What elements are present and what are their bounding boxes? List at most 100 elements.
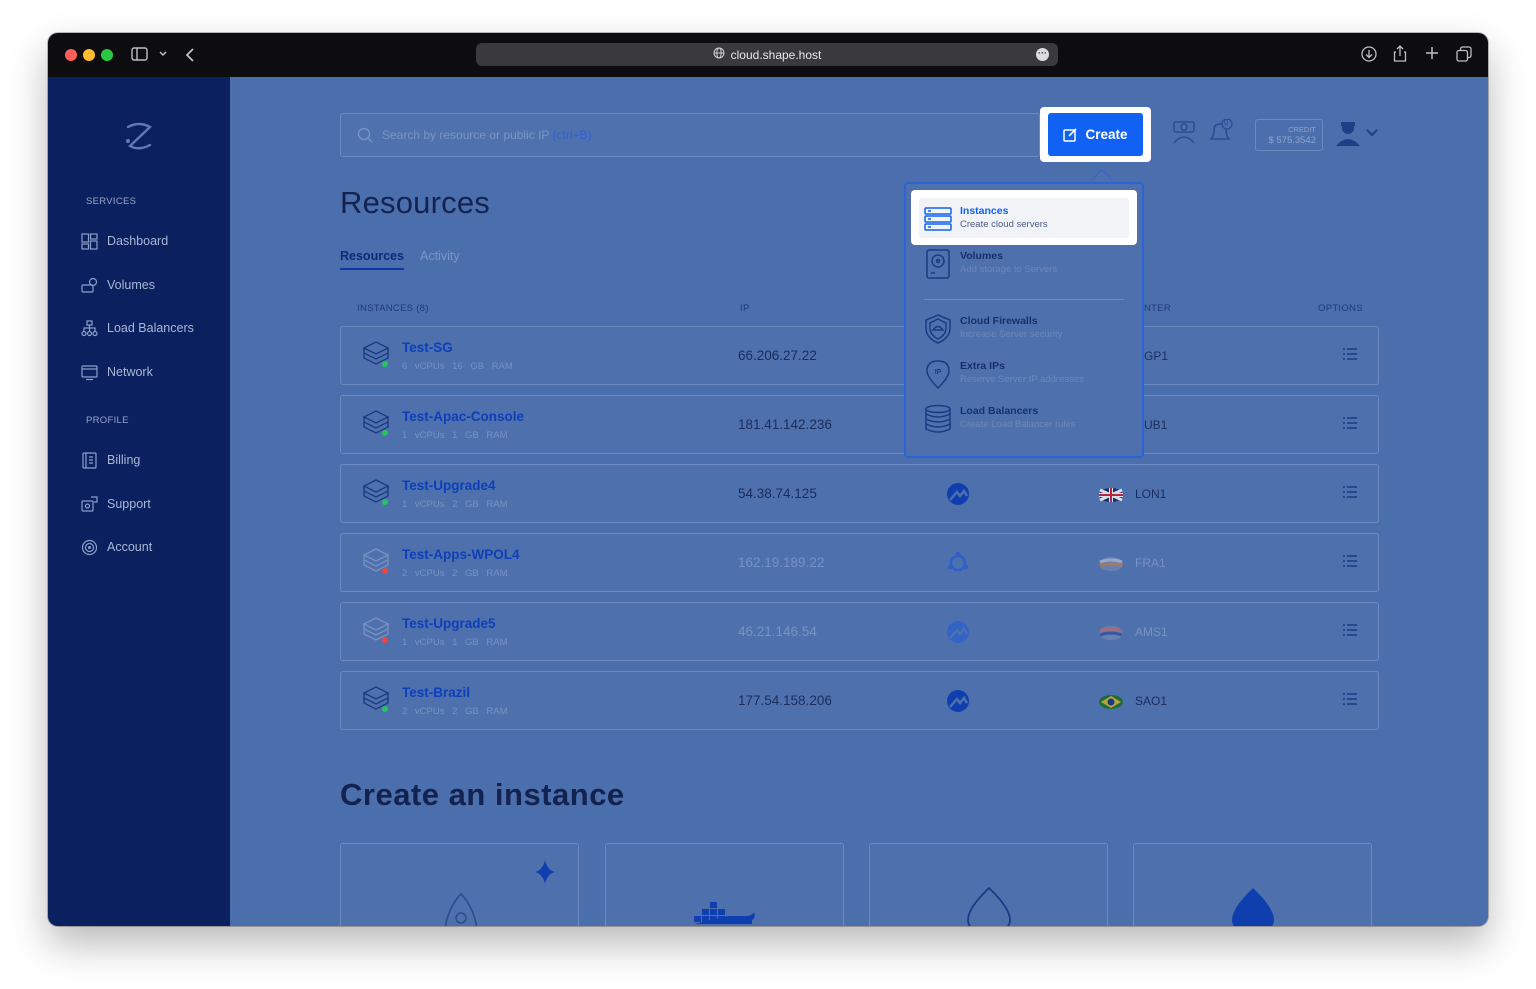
create-option-card[interactable] [605,843,844,926]
instance-name[interactable]: Test-SG [402,340,453,355]
credit-badge[interactable]: CREDIT $ 575.3542 [1255,119,1323,151]
network-icon [81,364,98,380]
address-bar[interactable]: cloud.shape.host ··· [476,43,1058,66]
create-button-label: Create [1085,127,1128,142]
instance-spec: 1 vCPUs 2 GB RAM [402,499,508,510]
search-placeholder: Search by resource or public IP (ctrl+B) [382,128,592,142]
sidebar-item-support[interactable]: Support [81,493,151,515]
menu-item-subtitle: Increase Server security [960,329,1063,340]
instance-ip: 162.19.189.22 [738,555,825,570]
billing-icon [82,451,97,469]
options-menu-icon[interactable] [1342,692,1358,706]
table-row[interactable]: Test-Upgrade5 1 vCPUs 1 GB RAM 46.21.146… [340,602,1379,661]
table-row[interactable]: Test-Brazil 2 vCPUs 2 GB RAM 177.54.158.… [340,671,1379,730]
options-menu-icon[interactable] [1342,416,1358,430]
instance-name[interactable]: Test-Apac-Console [402,409,524,424]
menu-item-title: Cloud Firewalls [960,315,1038,327]
menu-item-load-balancers[interactable]: Load Balancers Create Load Balancer rule… [924,402,1124,438]
create-option-card[interactable] [1133,843,1372,926]
server-stack-icon [924,207,952,231]
notification-count: 0 [1224,118,1229,127]
sidebar-item-account[interactable]: Account [81,536,152,558]
shape-logo-icon[interactable] [122,119,156,158]
menu-item-title: Volumes [960,250,1003,262]
menu-item-extra-ips[interactable]: IP Extra IPs Reserve Server IP addresses [924,357,1124,393]
sidebar-item-dashboard[interactable]: Dashboard [81,230,168,252]
sidebar-toggle-icon[interactable] [131,47,148,61]
zoom-window-button[interactable] [101,49,113,61]
notification-bell-icon[interactable]: 0 [1206,118,1234,150]
instance-name[interactable]: Test-Brazil [402,685,470,700]
create-option-card[interactable] [869,843,1108,926]
status-stopped-dot [382,568,388,574]
search-input[interactable]: Search by resource or public IP (ctrl+B) [340,113,1040,157]
instance-location: UB1 [1144,418,1168,432]
options-menu-icon[interactable] [1342,347,1358,361]
instance-spec: 1 vCPUs 1 GB RAM [402,637,508,648]
sidebar-item-label: Billing [107,453,141,467]
menu-item-cloud-firewalls[interactable]: Cloud Firewalls Increase Server security [924,312,1124,348]
tab-activity[interactable]: Activity [420,249,460,263]
rocky-linux-icon [947,483,969,505]
create-option-card[interactable] [340,843,579,926]
database-stack-icon [925,404,951,433]
create-instance-title: Create an instance [340,777,625,812]
table-row[interactable]: Test-Apps-WPOL4 2 vCPUs 2 GB RAM 162.19.… [340,533,1379,592]
user-avatar[interactable] [1334,118,1382,153]
table-row[interactable]: Test-SG 6 vCPUs 16 GB RAM 66.206.27.22 G… [340,326,1379,385]
column-header-options: OPTIONS [1318,303,1363,314]
page-menu-icon[interactable]: ··· [1036,48,1049,61]
menu-divider [924,299,1124,300]
sidebar-services-heading: SERVICES [86,196,137,207]
menu-item-subtitle: Reserve Server IP addresses [960,374,1084,385]
search-shortcut: (ctrl+B) [552,128,592,142]
column-header-instances: INSTANCES (8) [357,303,429,314]
table-row[interactable]: Test-Upgrade4 1 vCPUs 2 GB RAM 54.38.74.… [340,464,1379,523]
sidebar-item-label: Volumes [107,278,155,292]
brazil-flag-icon [1099,695,1123,709]
instance-name[interactable]: Test-Upgrade5 [402,616,496,631]
menu-item-volumes[interactable]: Volumes Add storage to Servers [924,247,1124,283]
sidebar-item-network[interactable]: Network [81,361,153,383]
hard-drive-icon [926,249,950,279]
tab-resources[interactable]: Resources [340,249,404,270]
status-stopped-dot [382,637,388,643]
sidebar-item-label: Network [107,365,153,379]
instance-spec: 2 vCPUs 2 GB RAM [402,568,508,579]
tab-overview-icon[interactable] [1456,46,1472,62]
sidebar-item-billing[interactable]: Billing [81,449,140,471]
instance-spec: 1 vCPUs 1 GB RAM [402,430,508,441]
options-menu-icon[interactable] [1342,485,1358,499]
new-tab-icon[interactable] [1425,46,1439,60]
download-icon[interactable] [1361,46,1377,62]
menu-item-title: Instances [960,205,1009,217]
column-header-datacenter: NTER [1144,303,1172,314]
options-menu-icon[interactable] [1342,554,1358,568]
share-icon[interactable] [1393,45,1407,62]
support-agent-icon[interactable] [1170,119,1198,150]
chevron-down-icon[interactable] [158,48,168,58]
instance-ip: 54.38.74.125 [738,486,817,501]
uk-flag-icon [1099,488,1123,502]
ip-pin-icon: IP [926,360,950,389]
sidebar-profile-heading: PROFILE [86,415,129,426]
instance-ip: 46.21.146.54 [738,624,817,639]
rocket-icon [444,860,555,926]
menu-item-subtitle: Create Load Balancer rules [960,419,1076,430]
back-icon[interactable] [185,47,195,63]
credit-label: CREDIT [1288,125,1316,134]
menu-item-instances[interactable]: Instances Create cloud servers [924,202,1124,238]
menu-item-subtitle: Create cloud servers [960,219,1048,230]
search-icon [357,127,373,143]
sidebar-item-volumes[interactable]: Volumes [81,274,155,296]
docker-icon [694,902,755,924]
table-row[interactable]: Test-Apac-Console 1 vCPUs 1 GB RAM 181.4… [340,395,1379,454]
create-button[interactable]: Create [1048,113,1143,156]
sidebar-item-load-balancers[interactable]: Load Balancers [81,317,194,339]
page-title: Resources [340,185,490,220]
instance-name[interactable]: Test-Apps-WPOL4 [402,547,520,562]
instance-name[interactable]: Test-Upgrade4 [402,478,496,493]
minimize-window-button[interactable] [83,49,95,61]
options-menu-icon[interactable] [1342,623,1358,637]
close-window-button[interactable] [65,49,77,61]
